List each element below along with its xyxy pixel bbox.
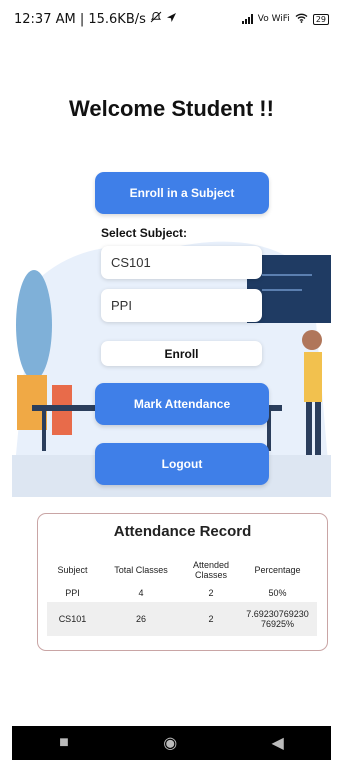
table-cell: 7.69230769230 76925%: [238, 602, 317, 636]
subject-input-2[interactable]: PPI: [101, 289, 262, 322]
status-bar: 12:37 AM | 15.6KB/s Vo WiFi 29: [12, 0, 331, 38]
table-cell: CS101: [47, 602, 98, 636]
table-cell: PPI: [65, 588, 80, 598]
table-cell: 2: [208, 588, 214, 598]
table-cell: 26: [97, 602, 184, 636]
signal-icon: [241, 14, 253, 24]
system-nav-bar: ■ ◉ ◀: [12, 726, 331, 760]
page-title: Welcome Student !!: [69, 96, 274, 121]
navigation-arrow-icon: [166, 12, 177, 27]
triangle-back-icon[interactable]: ◀: [272, 733, 284, 753]
table-cell: 4: [138, 588, 144, 598]
column-header: Percentage: [254, 565, 301, 575]
battery-icon: 29: [312, 13, 329, 25]
attendance-title: Attendance Record: [113, 523, 252, 540]
attendance-table: Subject Total Classes Attended Classes P…: [47, 556, 317, 636]
column-header: Attended Classes: [192, 560, 230, 580]
table-cell: 2: [184, 602, 238, 636]
table-cell: 50%: [268, 588, 287, 598]
mark-attendance-button[interactable]: Mark Attendance: [95, 383, 269, 425]
app-screen: 12:37 AM | 15.6KB/s Vo WiFi 29 Welcome S…: [12, 0, 331, 760]
bell-off-icon: [150, 11, 162, 27]
table-header-row: Subject Total Classes Attended Classes P…: [47, 556, 317, 584]
subject-input-1[interactable]: CS101: [101, 246, 262, 279]
table-row: CS101 26 2 7.69230769230 76925%: [47, 602, 317, 636]
vowifi-text: Vo WiFi: [257, 14, 290, 24]
enroll-subject-button[interactable]: Enroll in a Subject: [95, 172, 269, 214]
attendance-record-card: Attendance Record Subject Total Classes …: [37, 513, 328, 651]
select-subject-label: Select Subject:: [101, 226, 188, 240]
status-time: 12:37 AM | 15.6KB/s: [14, 11, 146, 27]
logout-button[interactable]: Logout: [95, 443, 269, 485]
enroll-button[interactable]: Enroll: [101, 341, 262, 366]
table-row: PPI 4 2 50%: [47, 584, 317, 602]
column-header: Total Classes: [114, 565, 168, 575]
circle-icon[interactable]: ◉: [163, 733, 177, 753]
square-icon[interactable]: ■: [59, 734, 69, 752]
wifi-icon: [295, 13, 308, 26]
column-header: Subject: [57, 565, 88, 575]
